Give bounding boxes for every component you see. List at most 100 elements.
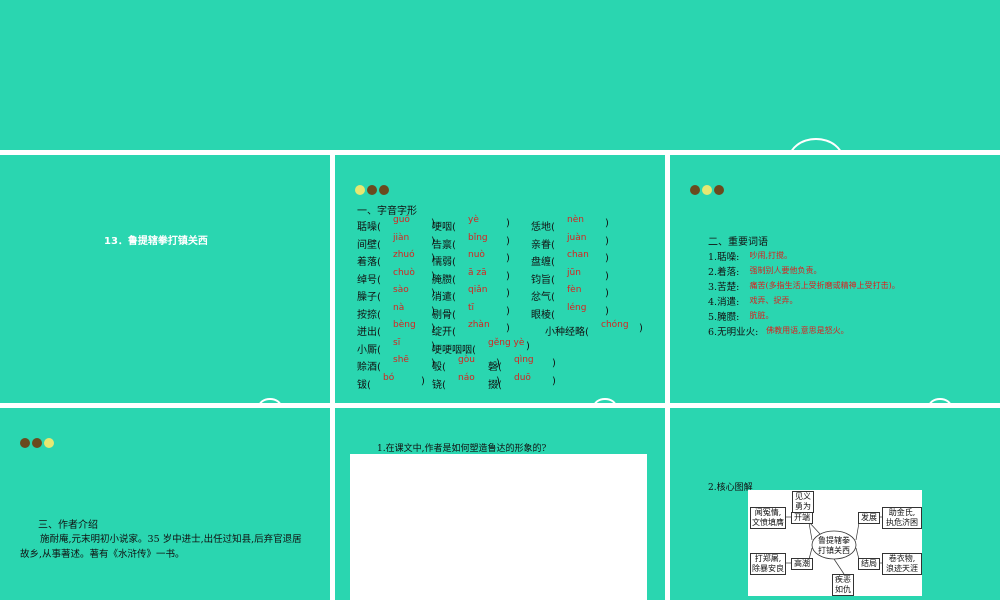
pinyin-answer: qìng: [514, 355, 534, 365]
vocab-term: 6.无明业火:: [708, 327, 759, 338]
close-paren: ): [506, 323, 510, 334]
vocab-definition: 吵闹,打搅。: [749, 251, 793, 260]
vocab-word: 哽哽咽咽(: [432, 344, 476, 356]
pinyin-answer: chan: [567, 250, 589, 260]
decorative-arc: [788, 138, 844, 150]
pinyin-answer: duō: [514, 372, 531, 383]
vocab-word: 忿气(: [531, 292, 555, 303]
slide-3[interactable]: 一、字音字形 聒噪(guō) 哽咽(yè) 恁地(nèn) 间壁(jiàn) 告禀(bǐ…: [335, 155, 665, 403]
pinyin-answer: zhuó: [393, 250, 415, 260]
dot-icon: [690, 185, 700, 195]
core-diagram: 鲁提辖拳 打镇关西 见义 勇为 开端 闻冤情, 文愤填膺 发展 助金氏, 执危济困 高潮…: [748, 490, 922, 596]
dot-icon: [379, 185, 389, 195]
node-kaiduan: 开端: [791, 512, 813, 524]
pinyin-answer: nà: [393, 302, 405, 313]
pinyin-answer: sào: [393, 285, 409, 295]
close-paren: ): [506, 305, 510, 317]
slide-5[interactable]: 三、作者介绍 施耐庵,元末明初小说家。35 岁中进士,出任过知县,后弃官退居 故…: [0, 408, 330, 600]
close-paren: ): [506, 288, 510, 299]
node-fazhan: 发展: [858, 512, 880, 524]
vocab-word: 掇(: [488, 379, 502, 391]
close-paren: ): [552, 358, 556, 369]
node-wenyuanqing: 闻冤情, 文愤填膺: [750, 507, 786, 529]
close-paren: ): [605, 253, 609, 264]
slide-7[interactable]: 2.核心图解 鲁提辖拳 打镇关西 见义 勇为 开端 闻冤情, 文愤填膺 发展 助…: [670, 408, 1000, 600]
pinyin-answer: tī: [468, 302, 475, 313]
vocab-word: 绽开(: [432, 327, 456, 338]
close-paren: ): [506, 218, 510, 229]
close-paren: ): [605, 288, 609, 299]
pinyin-answer: bèng: [393, 320, 416, 330]
decorative-arc: [928, 398, 952, 403]
section-heading: 二、重要词语: [708, 237, 768, 248]
node-zhujinshi: 助金氏, 执危济困: [882, 507, 922, 529]
slide-2[interactable]: 13．鲁提辖拳打镇关西: [0, 155, 330, 403]
close-paren: ): [605, 270, 609, 282]
slide-dots: [355, 185, 389, 195]
lesson-title: 13．鲁提辖拳打镇关西: [104, 236, 208, 247]
pinyin-answer: bǐng: [468, 232, 488, 243]
vocab-word: 盘缠(: [531, 257, 555, 268]
vocab-definition: 肮脏。: [749, 311, 774, 320]
section-heading: 三、作者介绍: [38, 520, 98, 531]
pinyin-answer: nèn: [567, 215, 584, 225]
decorative-arc: [593, 398, 617, 403]
vocab-word: 小厮(: [357, 344, 381, 356]
answer-box: [350, 454, 647, 600]
vocab-word: 眼棱(: [531, 309, 555, 321]
pinyin-answer: chóng: [601, 320, 629, 330]
pinyin-answer: bó: [383, 372, 395, 383]
vocab-word: 腌臜(: [432, 274, 456, 286]
pinyin-answer: ā zā: [468, 267, 487, 278]
vocab-term: 2.着落:: [708, 267, 740, 278]
vocab-term: 3.苦楚:: [708, 282, 740, 293]
vocab-word: 哽咽(: [432, 222, 456, 233]
dot-icon: [20, 438, 30, 448]
vocab-word: 铙(: [432, 379, 446, 391]
vocab-word: 臊子(: [357, 292, 381, 303]
pinyin-answer: jiàn: [393, 232, 410, 243]
vocab-word: 亲眷(: [531, 239, 555, 251]
slide-6[interactable]: 1.在课文中,作者是如何塑造鲁达的形象的?: [335, 408, 665, 600]
author-paragraph-line-1: 施耐庵,元末明初小说家。35 岁中进士,出任过知县,后弃官退居: [40, 534, 302, 545]
close-paren: ): [526, 340, 530, 352]
node-gaochao: 高潮: [791, 558, 813, 570]
dot-icon: [367, 185, 377, 195]
pinyin-answer: fèn: [567, 285, 582, 295]
vocab-word: 剔骨(: [432, 309, 456, 321]
vocab-word: 按捺(: [357, 309, 381, 321]
vocab-term: 4.消遣:: [708, 297, 740, 308]
pinyin-answer: nuò: [468, 250, 485, 260]
question-text: 1.在课文中,作者是如何塑造鲁达的形象的?: [377, 444, 547, 454]
dot-icon: [702, 185, 712, 195]
pinyin-answer: chuò: [393, 267, 415, 278]
vocab-word: 钧旨(: [531, 274, 555, 286]
dot-icon: [355, 185, 365, 195]
pinyin-answer: náo: [458, 372, 475, 383]
vocab-term: 5.腌臜:: [708, 312, 740, 323]
close-paren: ): [605, 218, 609, 229]
vocab-word: 恁地(: [531, 222, 555, 233]
decorative-arc: [258, 398, 282, 403]
vocab-word: 间壁(: [357, 239, 381, 251]
vocab-word: 迸出(: [357, 327, 381, 338]
pinyin-answer: yè: [468, 215, 479, 225]
close-paren: ): [605, 305, 609, 317]
slide-1[interactable]: [0, 0, 1000, 150]
pinyin-answer: léng: [567, 302, 587, 313]
vocab-term: 1.聒噪:: [708, 252, 740, 263]
vocab-word: 小种经略(: [545, 327, 589, 338]
node-juanyiwu: 卷衣物, 浪迹天涯: [882, 553, 922, 575]
vocab-word: 着落(: [357, 257, 381, 268]
pinyin-answer: shē: [393, 355, 409, 365]
slide-4[interactable]: 二、重要词语 1.聒噪: 吵闹,打搅。 2.着落: 强制别人要他负责。 3.苦楚: 痛苦(…: [670, 155, 1000, 403]
close-paren: ): [639, 323, 643, 334]
node-jierurou: 疾恶 如仇: [832, 574, 854, 596]
pinyin-answer: juàn: [567, 232, 587, 243]
vocab-definition: 佛教用语,意思是怒火。: [766, 326, 849, 335]
slide-dots: [690, 185, 724, 195]
pinyin-answer: qiǎn: [468, 285, 488, 295]
vocab-definition: 强制别人要他负责。: [749, 266, 822, 275]
close-paren: ): [506, 235, 510, 247]
node-jianyi: 见义 勇为: [792, 491, 814, 513]
